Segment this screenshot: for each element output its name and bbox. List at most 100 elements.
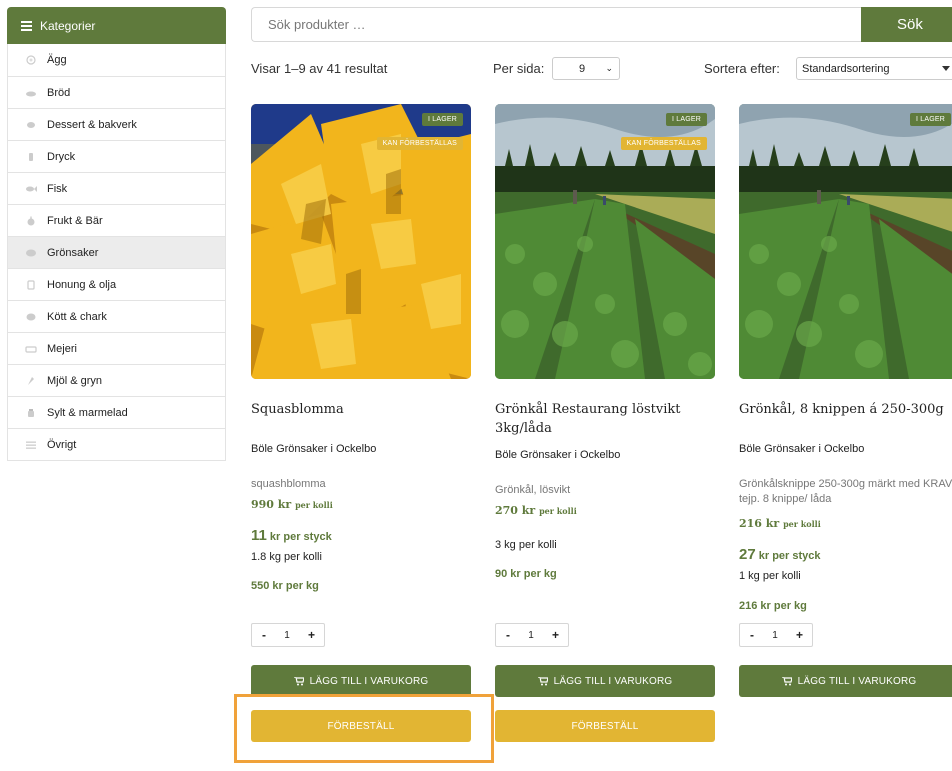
kolli-price-unit: per kolli <box>783 519 821 529</box>
in-stock-badge: I LAGER <box>665 113 707 126</box>
in-stock-badge: I LAGER <box>909 113 951 126</box>
product-title[interactable]: Grönkål Restaurang löstvikt 3kg/låda <box>495 400 715 438</box>
sidebar-item-mjol[interactable]: Mjöl & gryn <box>8 364 225 396</box>
product-card: I LAGER KAN FÖRBESTÄLLAS Squasblomma Böl… <box>251 104 471 742</box>
list-icon <box>25 440 37 450</box>
sort-value: Standardsortering <box>802 62 890 75</box>
product-seller: Böle Grönsaker i Ockelbo <box>739 443 865 455</box>
preorder-badge: KAN FÖRBESTÄLLAS <box>376 137 463 150</box>
jam-icon <box>25 408 37 418</box>
chevron-down-icon: ⌄ <box>605 63 613 73</box>
bread-icon <box>25 88 37 98</box>
sidebar-item-label: Sylt & marmelad <box>47 406 128 419</box>
per-page-select[interactable]: 9 ⌄ <box>552 57 620 80</box>
product-seller: Böle Grönsaker i Ockelbo <box>251 443 377 455</box>
product-image[interactable]: I LAGER KAN FÖRBESTÄLLAS <box>495 104 715 379</box>
add-to-cart-button[interactable]: LÄGG TILL I VARUKORG <box>495 665 715 697</box>
price-per-kg: 550 kr per kg <box>251 580 319 592</box>
quantity-stepper: - 1 + <box>739 623 813 647</box>
drink-icon <box>25 152 37 162</box>
kg-per-kolli: 1 kg per kolli <box>739 570 801 582</box>
per-page-label: Per sida: <box>493 61 545 76</box>
sidebar-item-sylt[interactable]: Sylt & marmelad <box>8 396 225 428</box>
sidebar-item-label: Dryck <box>47 150 76 163</box>
kolli-price-unit: per kolli <box>539 506 577 516</box>
dairy-icon <box>25 344 37 354</box>
category-list: Ägg Bröd Dessert & bakverk Dryck Fisk Fr… <box>7 44 226 461</box>
sidebar-item-fisk[interactable]: Fisk <box>8 172 225 204</box>
sidebar-item-ovrigt[interactable]: Övrigt <box>8 428 225 460</box>
price-per-piece: 27 kr per styck <box>739 546 821 563</box>
kg-per-kolli: 1.8 kg per kolli <box>251 551 322 563</box>
product-image[interactable]: I LAGER <box>739 104 952 379</box>
sidebar-item-label: Kött & chark <box>47 310 107 323</box>
sidebar-item-kott[interactable]: Kött & chark <box>8 300 225 332</box>
kolli-price-value: 216 kr <box>739 517 780 530</box>
price-per-kg: 216 kr per kg <box>739 600 807 612</box>
kolli-price-value: 270 kr <box>495 504 536 517</box>
product-description: Grönkålsknippe 250-300g märkt med KRAV-t… <box>739 478 952 505</box>
vegetable-icon <box>25 248 37 258</box>
sidebar-item-gronsaker[interactable]: Grönsaker <box>8 236 225 268</box>
kale-field-image <box>739 104 952 379</box>
product-title[interactable]: Grönkål, 8 knippen á 250-300g <box>739 400 952 419</box>
fruit-icon <box>25 216 37 226</box>
plus-button[interactable]: + <box>308 628 315 642</box>
category-header[interactable]: Kategorier <box>7 7 226 44</box>
sidebar-item-dryck[interactable]: Dryck <box>8 140 225 172</box>
hamburger-icon <box>21 21 32 31</box>
quantity-value[interactable]: 1 <box>772 630 778 641</box>
add-to-cart-button[interactable]: LÄGG TILL I VARUKORG <box>251 665 471 697</box>
price-per-piece: 11 kr per styck <box>251 527 332 544</box>
sidebar-item-label: Mjöl & gryn <box>47 374 103 387</box>
sidebar-item-frukt[interactable]: Frukt & Bär <box>8 204 225 236</box>
cart-icon <box>537 676 548 685</box>
sidebar-item-label: Honung & olja <box>47 278 117 291</box>
category-sidebar: Kategorier Ägg Bröd Dessert & bakverk Dr… <box>7 7 226 461</box>
sidebar-item-agg[interactable]: Ägg <box>8 44 225 76</box>
cart-icon <box>293 676 304 685</box>
search-input[interactable]: Sök produkter … <box>251 7 861 42</box>
sidebar-item-label: Övrigt <box>47 438 77 451</box>
sidebar-item-mejeri[interactable]: Mejeri <box>8 332 225 364</box>
plus-button[interactable]: + <box>796 628 803 642</box>
kolli-price: 990 kr per kolli <box>251 498 333 511</box>
sidebar-item-label: Dessert & bakverk <box>47 118 137 131</box>
egg-icon <box>25 55 37 65</box>
search-placeholder: Sök produkter … <box>268 17 366 32</box>
add-to-cart-label: LÄGG TILL I VARUKORG <box>553 675 673 687</box>
minus-button[interactable]: - <box>750 628 754 642</box>
price-per-piece-unit: kr per styck <box>269 531 332 543</box>
add-to-cart-button[interactable]: LÄGG TILL I VARUKORG <box>739 665 952 697</box>
minus-button[interactable]: - <box>262 628 266 642</box>
sort-select[interactable]: Standardsortering <box>796 57 952 80</box>
product-description: squashblomma <box>251 478 326 490</box>
kolli-price: 270 kr per kolli <box>495 504 577 517</box>
result-count: Visar 1–9 av 41 resultat <box>251 61 388 76</box>
product-title[interactable]: Squasblomma <box>251 400 471 419</box>
add-to-cart-label: LÄGG TILL I VARUKORG <box>309 675 429 687</box>
add-to-cart-label: LÄGG TILL I VARUKORG <box>797 675 917 687</box>
product-image[interactable]: I LAGER KAN FÖRBESTÄLLAS <box>251 104 471 379</box>
sidebar-item-label: Bröd <box>47 86 71 99</box>
honey-icon <box>25 279 37 290</box>
product-card: I LAGER Grönkål, 8 knippen á 250-300g Bö… <box>739 104 952 697</box>
grain-icon <box>25 376 37 386</box>
quantity-value[interactable]: 1 <box>284 630 290 641</box>
in-stock-badge: I LAGER <box>421 113 463 126</box>
sidebar-item-honung[interactable]: Honung & olja <box>8 268 225 300</box>
quantity-value[interactable]: 1 <box>528 630 534 641</box>
quantity-stepper: - 1 + <box>251 623 325 647</box>
meat-icon <box>25 312 37 322</box>
per-page-value: 9 <box>579 62 586 75</box>
search-button[interactable]: Sök <box>861 7 952 42</box>
preorder-button[interactable]: FÖRBESTÄLL <box>495 710 715 742</box>
sidebar-item-dessert[interactable]: Dessert & bakverk <box>8 108 225 140</box>
plus-button[interactable]: + <box>552 628 559 642</box>
minus-button[interactable]: - <box>506 628 510 642</box>
sidebar-item-label: Mejeri <box>47 342 77 355</box>
category-header-label: Kategorier <box>40 18 96 33</box>
sidebar-item-brod[interactable]: Bröd <box>8 76 225 108</box>
product-seller: Böle Grönsaker i Ockelbo <box>495 449 621 461</box>
kolli-price-value: 990 kr <box>251 498 292 511</box>
